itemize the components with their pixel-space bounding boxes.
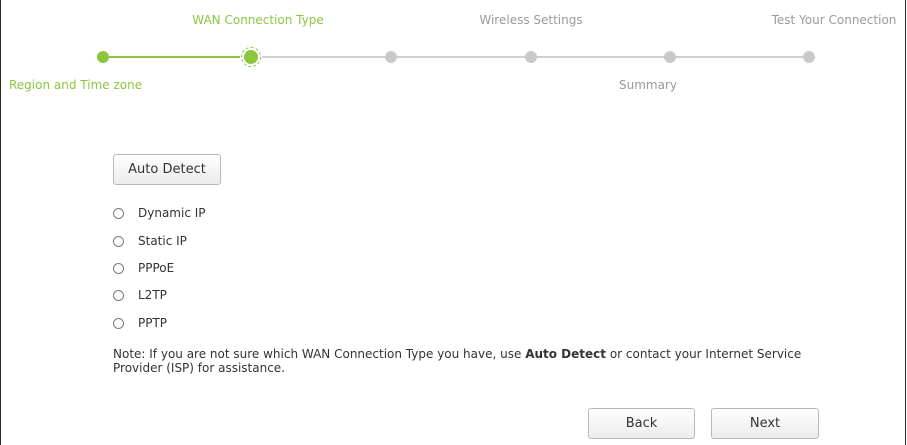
- setup-progress-wizard: Region and Time zone WAN Connection Type…: [0, 0, 907, 100]
- step-label-test-your-connection: Test Your Connection: [771, 13, 897, 27]
- progress-track-completed: [103, 56, 251, 58]
- radio-dynamic-ip[interactable]: [113, 207, 124, 219]
- radio-static-ip[interactable]: [113, 235, 124, 247]
- help-note: Note: If you are not sure which WAN Conn…: [113, 347, 853, 375]
- radio-pptp[interactable]: [113, 317, 124, 329]
- radio-label-l2tp: L2TP: [138, 288, 167, 302]
- wan-option-dynamic-ip[interactable]: Dynamic IP: [113, 205, 206, 221]
- step-label-wireless-settings: Wireless Settings: [479, 13, 583, 27]
- wan-option-l2tp[interactable]: L2TP: [113, 287, 167, 303]
- note-prefix: Note: If you are not sure which WAN Conn…: [113, 347, 526, 361]
- step-label-wan-connection-type: WAN Connection Type: [192, 13, 324, 27]
- step-node-wan-connection-type: [240, 46, 262, 68]
- note-auto-detect-emphasis: Auto Detect: [525, 347, 606, 361]
- auto-detect-button[interactable]: Auto Detect: [113, 154, 221, 185]
- current-step-dot: [244, 50, 258, 64]
- radio-l2tp[interactable]: [113, 289, 124, 301]
- step-node-wireless-settings: [525, 51, 537, 63]
- wan-option-static-ip[interactable]: Static IP: [113, 233, 187, 249]
- back-button[interactable]: Back: [588, 408, 695, 439]
- radio-pppoe[interactable]: [113, 262, 124, 274]
- step-node-test-your-connection: [803, 51, 815, 63]
- step-label-region-time-zone: Region and Time zone: [9, 78, 143, 92]
- step-node-summary: [664, 51, 676, 63]
- radio-label-pppoe: PPPoE: [138, 261, 175, 275]
- radio-label-dynamic-ip: Dynamic IP: [138, 206, 206, 220]
- step-node-3: [385, 51, 397, 63]
- next-button[interactable]: Next: [711, 408, 819, 439]
- wan-option-pppoe[interactable]: PPPoE: [113, 260, 174, 276]
- step-label-summary: Summary: [619, 78, 677, 92]
- radio-label-static-ip: Static IP: [138, 234, 187, 248]
- wan-option-pptp[interactable]: PPTP: [113, 315, 167, 331]
- step-node-region-time-zone: [97, 51, 109, 63]
- radio-label-pptp: PPTP: [138, 316, 168, 330]
